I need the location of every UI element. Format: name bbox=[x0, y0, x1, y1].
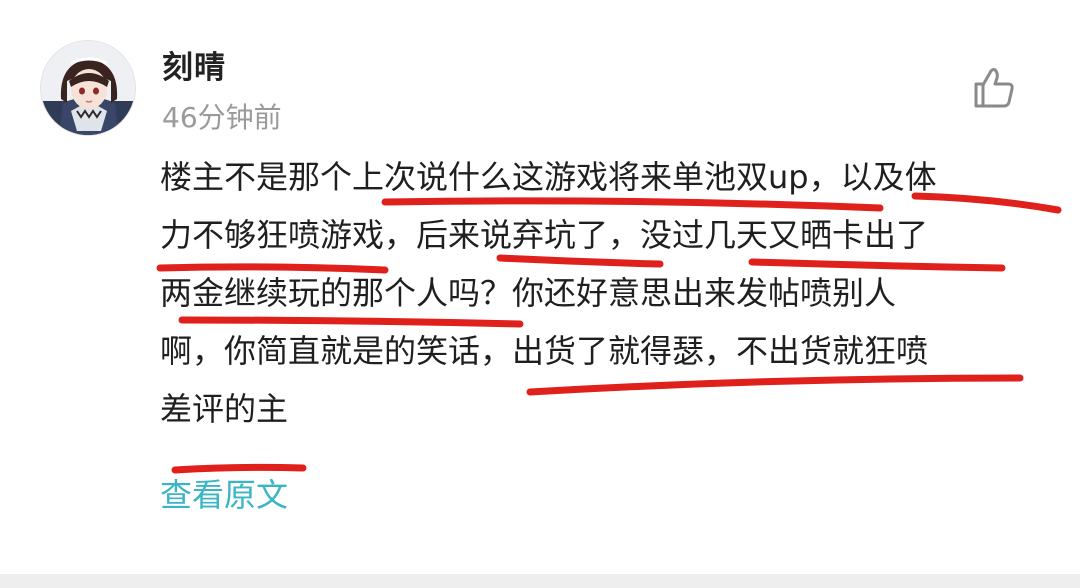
thumbs-up-icon[interactable] bbox=[970, 64, 1018, 112]
bottom-divider bbox=[0, 574, 1080, 588]
comment-line: 差评的主 bbox=[160, 390, 289, 428]
comment-card: 刻晴 46分钟前 楼主不是那个上次说什么这游戏将来单池双up，以及体 力不够狂喷… bbox=[0, 0, 1080, 588]
avatar-image bbox=[41, 41, 135, 135]
comment-line: 啊，你简直就是的笑话，出货了就得瑟，不出货就狂喷 bbox=[160, 332, 929, 370]
avatar[interactable] bbox=[40, 40, 136, 136]
view-original-link[interactable]: 查看原文 bbox=[160, 470, 288, 516]
comment-line: 楼主不是那个上次说什么这游戏将来单池双up，以及体 bbox=[160, 158, 937, 196]
comment-line: 两金继续玩的那个人吗？你还好意思出来发帖喷别人 bbox=[160, 274, 897, 312]
username[interactable]: 刻晴 bbox=[162, 42, 226, 87]
comment-text: 楼主不是那个上次说什么这游戏将来单池双up，以及体 力不够狂喷游戏，后来说弃坑了… bbox=[160, 148, 1060, 438]
timestamp: 46分钟前 bbox=[162, 101, 282, 134]
comment-line: 力不够狂喷游戏，后来说弃坑了，没过几天又晒卡出了 bbox=[160, 216, 929, 254]
